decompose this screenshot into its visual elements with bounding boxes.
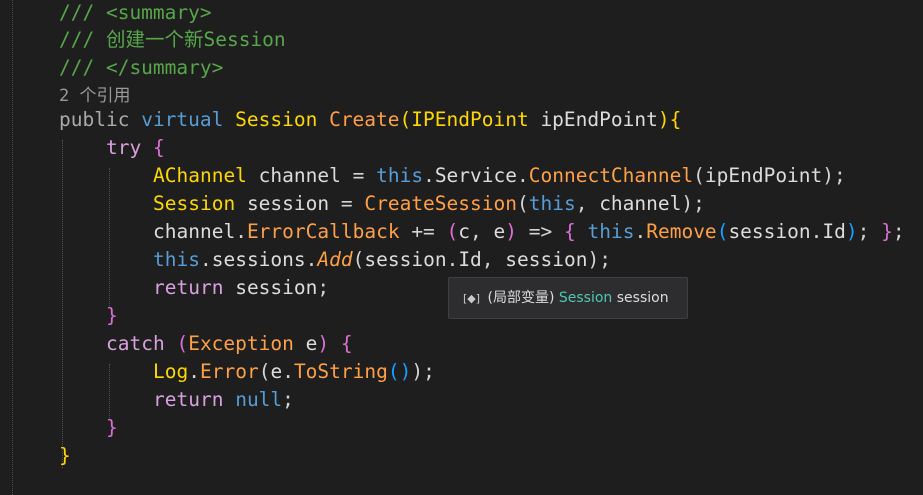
code-line[interactable]: Log.Error(e.ToString()); [153,358,435,386]
method-connectchannel: ConnectChannel [528,164,694,187]
code-line[interactable]: return null; [153,386,294,414]
code-editor[interactable]: /// <summary> /// 创建一个新Session /// </sum… [0,0,923,495]
tooltip-kind: (局部变量) [487,290,555,306]
operator-plus-assign: += [411,220,435,243]
var-session: session [505,248,588,271]
arg-ipendpoint: ipEndPoint [704,164,823,187]
code-line[interactable]: try { [106,134,165,162]
local-variable-icon: [◆] [463,292,481,305]
keyword-return: return [153,388,224,411]
code-line[interactable]: } [106,302,118,330]
code-line[interactable]: this.sessions.Add(session.Id, session); [153,246,611,274]
var-channel: channel [258,164,341,187]
prop-id: Id [458,248,482,271]
type-exception: Exception [188,332,294,355]
method-createsession: CreateSession [364,192,517,215]
var-session: session [246,192,330,215]
doc-comment: /// </summary> [59,56,224,79]
var-e: e [305,332,318,355]
quickinfo-tooltip: [◆] (局部变量) Session session [448,277,688,319]
var-e: e [270,360,283,383]
type-ipendpoint: IPEndPoint [411,108,529,131]
param-ipendpoint: ipEndPoint [540,108,658,131]
doc-comment-prefix: /// [59,28,106,51]
prop-service: Service [434,164,517,187]
codelens-label[interactable]: 2 个引用 [59,86,130,106]
keyword-this: this [587,220,635,243]
type-achannel: AChannel [153,164,247,187]
method-error: Error [199,360,259,383]
keyword-null: null [235,388,283,411]
code-line[interactable]: } [59,442,71,470]
code-line[interactable]: Session session = CreateSession(this, ch… [153,190,705,218]
keyword-return: return [153,276,224,299]
method-tostring: ToString [293,360,388,383]
var-session: session [728,220,811,243]
code-line[interactable]: } [106,414,118,442]
var-session-hovered[interactable]: session [235,276,317,299]
code-line[interactable]: /// <summary> [59,0,212,27]
method-create: Create [329,108,400,131]
keyword-try: try [106,136,142,159]
code-line[interactable]: channel.ErrorCallback += (c, e) => { thi… [153,218,905,246]
arg-channel: channel [599,192,682,215]
indent-guide-catch [109,364,110,420]
method-remove: Remove [646,220,717,243]
type-session: Session [153,192,236,215]
keyword-virtual: virtual [141,108,224,131]
prop-errorcallback: ErrorCallback [246,220,400,243]
code-line[interactable]: catch (Exception e) { [106,330,353,358]
var-session: session [364,248,447,271]
keyword-this: this [376,164,424,187]
type-session: Session [235,108,318,131]
code-line[interactable]: public virtual Session Create(IPEndPoint… [59,106,681,134]
doc-comment: /// <summary> [59,1,212,24]
keyword-public: public [59,108,130,131]
keyword-this: this [153,248,200,271]
code-line[interactable]: AChannel channel = this.Service.ConnectC… [153,162,846,190]
tooltip-type: Session [558,290,613,306]
indent-guide-method [62,140,63,468]
class-log: Log [153,360,189,383]
indent-guide-try [109,168,110,308]
outlining-margin [12,0,13,495]
var-channel: channel [153,220,236,243]
code-line[interactable]: /// </summary> [59,54,223,82]
operator-arrow: => [528,220,553,243]
code-line[interactable]: return session; [153,274,329,302]
keyword-catch: catch [106,332,165,355]
code-line[interactable]: /// 创建一个新Session [59,26,286,54]
field-sessions: sessions [211,248,306,271]
doc-comment-text: 创建一个新Session [105,28,286,51]
prop-id: Id [822,220,846,243]
tooltip-name: session [616,290,669,306]
lambda-param-c: c [458,220,471,243]
lambda-param-e: e [493,220,506,243]
keyword-this: this [528,192,576,215]
method-add: Add [317,248,353,271]
